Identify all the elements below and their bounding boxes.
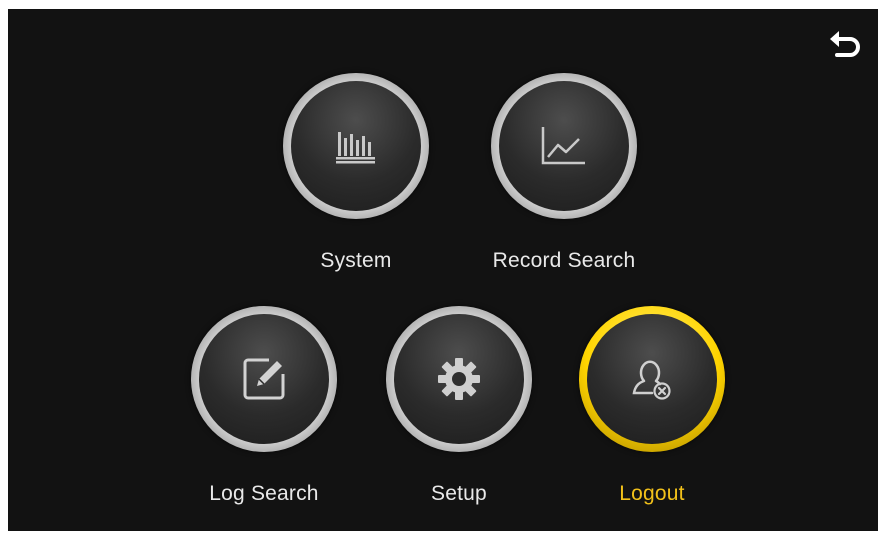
line-chart-icon <box>541 127 585 165</box>
system-button[interactable]: System <box>266 73 446 283</box>
system-label: System <box>320 249 392 272</box>
record-search-label: Record Search <box>492 249 636 272</box>
setup-label: Setup <box>431 482 487 505</box>
record-search-disc <box>499 81 629 211</box>
log-search-disc <box>199 314 329 444</box>
logout-disc <box>587 314 717 444</box>
log-search-label: Log Search <box>209 482 319 505</box>
user-logout-icon <box>632 360 671 400</box>
log-search-button[interactable]: Log Search <box>174 306 354 516</box>
setup-disc <box>394 314 524 444</box>
system-ring <box>283 73 429 219</box>
main-menu-screen: System Record Search Log Search Setup Lo… <box>8 9 878 531</box>
system-disc <box>291 81 421 211</box>
setup-button[interactable]: Setup <box>369 306 549 516</box>
back-button[interactable] <box>828 27 862 59</box>
record-search-button[interactable]: Record Search <box>474 73 654 283</box>
logout-ring <box>579 306 725 452</box>
edit-icon <box>243 358 285 400</box>
log-search-ring <box>191 306 337 452</box>
gear-icon <box>438 358 480 400</box>
setup-ring <box>386 306 532 452</box>
logout-label: Logout <box>619 482 685 505</box>
undo-arrow-icon <box>830 31 860 57</box>
record-search-ring <box>491 73 637 219</box>
bar-chart-icon <box>336 132 375 164</box>
logout-button[interactable]: Logout <box>562 306 742 516</box>
